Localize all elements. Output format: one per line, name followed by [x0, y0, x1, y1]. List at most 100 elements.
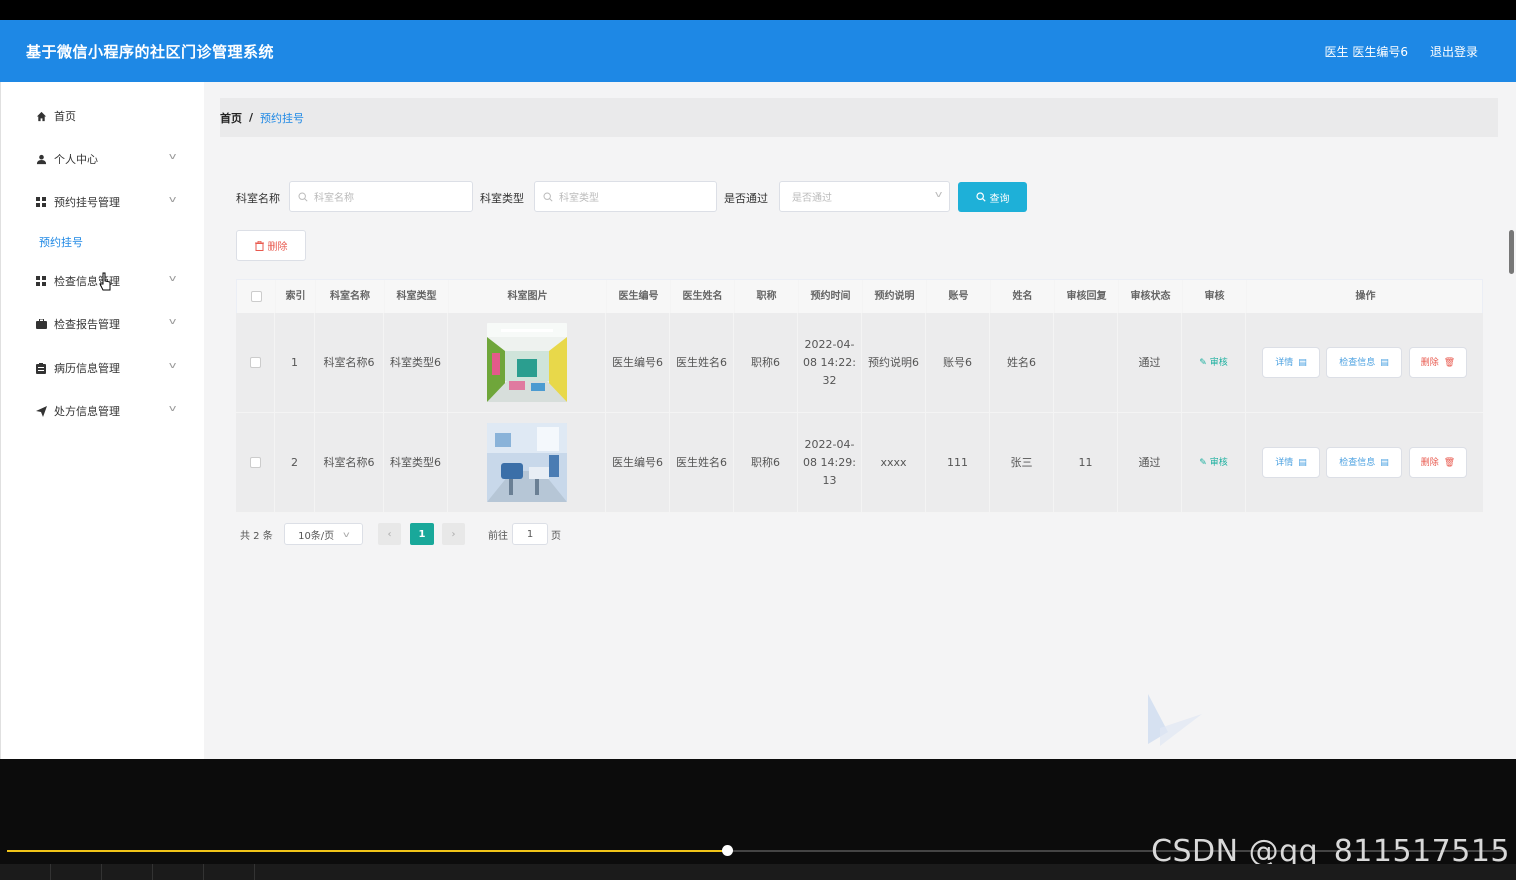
row-delete-button[interactable]: 删除 🗑: [1409, 447, 1467, 478]
detail-button[interactable]: 详情 ▤: [1262, 347, 1320, 378]
cell-audit: ✎ 审核: [1182, 413, 1246, 512]
cell-doctor-name: 医生姓名6: [670, 413, 734, 512]
cell-time: 2022-04-08 14:29:13: [798, 413, 862, 512]
goto-page-input[interactable]: 1: [512, 523, 548, 545]
cell-name: 姓名6: [990, 313, 1054, 412]
row-checkbox[interactable]: [249, 357, 261, 368]
cell-dept-name: 科室名称6: [315, 413, 384, 512]
batch-delete-label: 删除: [267, 242, 288, 253]
batch-delete-button[interactable]: 删除: [236, 230, 306, 261]
prev-page-button[interactable]: ‹: [378, 523, 401, 545]
cell-title: 职称6: [734, 413, 798, 512]
trash-icon: 🗑: [1443, 357, 1456, 368]
dental-clinic-image: [486, 423, 567, 502]
sidebar-item-appointment-mgmt[interactable]: 预约挂号管理 v: [35, 192, 176, 212]
cell-dept-name: 科室名称6: [315, 313, 384, 412]
app-title: 基于微信小程序的社区门诊管理系统: [26, 43, 275, 61]
passed-select[interactable]: 是否通过 v: [779, 181, 950, 212]
table-row: 1 科室名称6 科室类型6 医生编号6 医生姓名6 职称6 2022-04-08…: [236, 313, 1483, 413]
mouse-cursor-icon: [99, 272, 111, 291]
cell-status: 通过: [1118, 313, 1182, 412]
sidebar-item-report-mgmt[interactable]: 检查报告管理 v: [35, 314, 177, 334]
row-checkbox[interactable]: [249, 457, 261, 468]
col-header: 索引: [276, 280, 316, 313]
dept-name-input[interactable]: 科室名称: [289, 181, 473, 212]
cell-account: 111: [926, 413, 990, 512]
audit-link[interactable]: ✎ 审核: [1199, 354, 1227, 372]
row-checkbox-cell[interactable]: [236, 313, 275, 412]
cell-doctor-name: 医生姓名6: [670, 313, 734, 412]
next-page-button[interactable]: ›: [442, 523, 465, 545]
sidebar-item-home[interactable]: 首页: [35, 106, 175, 126]
current-user: 医生 医生编号6: [1324, 45, 1408, 59]
search-icon: [543, 191, 553, 202]
progress-fill: [7, 850, 727, 852]
audit-label: 审核: [1209, 457, 1228, 468]
page-size-value: 10条/页: [298, 530, 335, 542]
page-size-select[interactable]: 10条/页 v: [284, 523, 363, 545]
select-all-checkbox-cell[interactable]: [237, 280, 276, 313]
check-info-label: 检查信息: [1339, 357, 1376, 368]
row-delete-button[interactable]: 删除 🗑: [1409, 347, 1467, 378]
control-segment[interactable]: [0, 864, 51, 880]
page-unit-label: 页: [551, 530, 561, 542]
row-delete-label: 删除: [1420, 357, 1439, 368]
select-all-checkbox[interactable]: [250, 291, 262, 302]
check-info-label: 检查信息: [1339, 457, 1376, 468]
cell-account: 账号6: [926, 313, 990, 412]
app-window: 基于微信小程序的社区门诊管理系统 医生 医生编号6 退出登录 首页 个人中心 v…: [0, 20, 1516, 759]
page-number-active[interactable]: 1: [410, 523, 434, 545]
cell-status: 通过: [1118, 413, 1182, 512]
send-icon: [35, 405, 47, 417]
cell-note: xxxx: [862, 413, 926, 512]
cell-index: 1: [275, 313, 315, 412]
edit-icon: ✎: [1199, 457, 1210, 468]
sidebar-item-label: 首页: [54, 110, 76, 123]
detail-label: 详情: [1275, 357, 1294, 368]
search-icon: [975, 192, 986, 202]
query-button[interactable]: 查询: [958, 182, 1027, 212]
check-info-button[interactable]: 检查信息 ▤: [1326, 447, 1402, 478]
row-checkbox-cell[interactable]: [236, 413, 275, 512]
video-player-bar: CSDN @qq_811517515: [0, 759, 1516, 880]
cell-reply: [1054, 313, 1118, 412]
control-segment[interactable]: [204, 864, 255, 880]
scrollbar-thumb[interactable]: [1509, 230, 1514, 274]
cell-audit: ✎ 审核: [1182, 313, 1246, 412]
breadcrumb-separator: /: [249, 111, 254, 124]
chevron-down-icon: v: [168, 317, 177, 327]
col-header: 账号: [927, 280, 991, 313]
trash-icon: [254, 240, 264, 251]
chevron-right-icon: ›: [451, 528, 456, 540]
control-segment[interactable]: [51, 864, 102, 880]
cell-dept-type: 科室类型6: [384, 313, 448, 412]
sidebar-subitem-appointment[interactable]: 预约挂号: [39, 234, 83, 250]
sidebar-item-label: 个人中心: [54, 153, 98, 166]
sidebar-item-prescription-mgmt[interactable]: 处方信息管理 v: [35, 401, 176, 421]
document-icon: ▤: [1298, 357, 1307, 368]
dept-type-label: 科室类型: [480, 192, 524, 205]
dept-type-input[interactable]: 科室类型: [534, 181, 717, 212]
check-info-button[interactable]: 检查信息 ▤: [1326, 347, 1402, 378]
breadcrumb-home[interactable]: 首页: [220, 110, 242, 126]
chevron-down-icon: v: [343, 529, 350, 539]
player-controls: [0, 864, 1516, 880]
sidebar-item-label: 病历信息管理: [54, 362, 120, 375]
detail-label: 详情: [1275, 457, 1294, 468]
cell-actions: 详情 ▤ 检查信息 ▤ 删除 🗑: [1246, 313, 1483, 412]
pagination: 共 2 条 10条/页 v ‹ 1 › 前往 1 页: [240, 523, 640, 545]
detail-button[interactable]: 详情 ▤: [1262, 447, 1320, 478]
control-segment[interactable]: [153, 864, 204, 880]
logout-link[interactable]: 退出登录: [1430, 43, 1478, 60]
cell-note: 预约说明6: [862, 313, 926, 412]
col-header: 审核: [1183, 280, 1247, 313]
sidebar-item-personal-center[interactable]: 个人中心 v: [35, 149, 176, 169]
col-header: 职称: [735, 280, 799, 313]
sidebar-item-medical-record-mgmt[interactable]: 病历信息管理 v: [35, 358, 176, 378]
audit-link[interactable]: ✎ 审核: [1199, 454, 1227, 472]
cell-dept-image: [448, 313, 606, 412]
progress-knob[interactable]: [722, 845, 733, 856]
control-segment[interactable]: [102, 864, 153, 880]
clinic-lobby-image: [486, 323, 567, 402]
player-logo-icon: [1148, 694, 1202, 746]
